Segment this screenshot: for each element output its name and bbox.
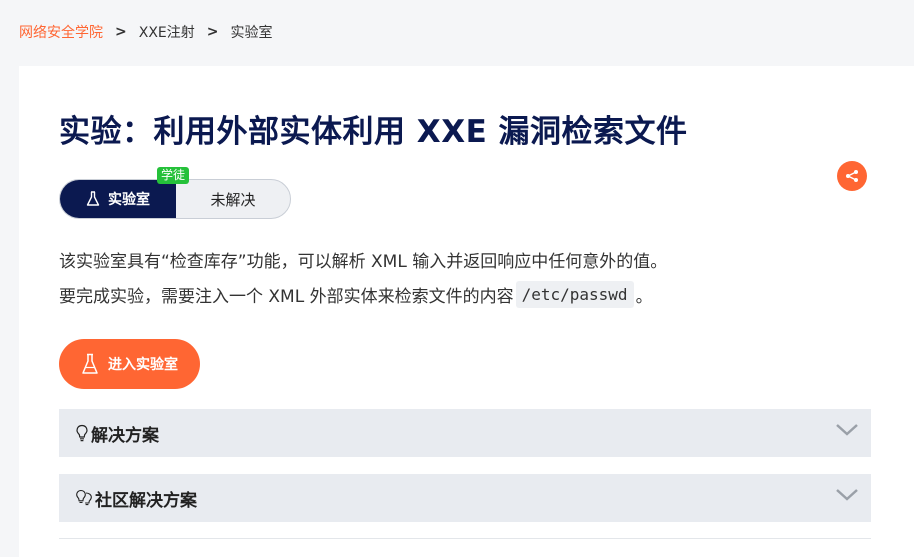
target-file-code: /etc/passwd [515,281,634,308]
lab-type-label: 实验室 [108,192,150,208]
breadcrumb-home-link[interactable]: 网络安全学院 [19,22,103,42]
breadcrumb-separator: > [206,24,219,40]
lab-description: 该实验室具有“检查库存”功能，可以解析 XML 输入并返回响应中任何意外的值。 [59,252,668,272]
access-lab-label: 进入实验室 [108,357,178,373]
chevron-down-icon [836,489,858,501]
access-lab-button[interactable]: 进入实验室 [59,339,200,389]
lab-objective: 要完成实验，需要注入一个 XML 外部实体来检索文件的内容 /etc/passw… [59,281,653,308]
lab-panel: 实验：利用外部实体利用 XXE 漏洞检索文件 实验室 未解决 学徒 该实验室具有… [19,66,914,557]
solution-accordion[interactable]: 解决方案 [59,409,871,457]
breadcrumb-current: 实验室 [230,25,273,41]
objective-suffix: 。 [635,287,653,307]
section-divider [59,538,871,539]
community-solutions-accordion[interactable]: 社区解决方案 [59,474,871,522]
lightbulb-icon [76,424,88,442]
level-badge: 学徒 [157,167,190,184]
lab-status-label: 未解决 [210,190,256,209]
breadcrumb-separator: > [115,24,127,40]
share-icon [846,170,858,182]
flask-icon [86,191,100,206]
community-solutions-label: 社区解决方案 [95,490,197,511]
flask-icon [82,353,98,374]
lightbulbs-icon [76,489,92,506]
page-title: 实验：利用外部实体利用 XXE 漏洞检索文件 [59,114,688,150]
chevron-down-icon [836,424,858,436]
lab-type-badge: 实验室 [60,180,176,218]
breadcrumb: 网络安全学院 > XXE注射 > 实验室 [19,22,273,42]
share-button[interactable] [837,161,867,191]
solution-label: 解决方案 [91,425,159,446]
lab-status-widget: 实验室 未解决 学徒 [59,167,291,219]
objective-text: 要完成实验，需要注入一个 XML 外部实体来检索文件的内容 [59,287,514,307]
breadcrumb-section-link[interactable]: XXE注射 [139,22,195,42]
